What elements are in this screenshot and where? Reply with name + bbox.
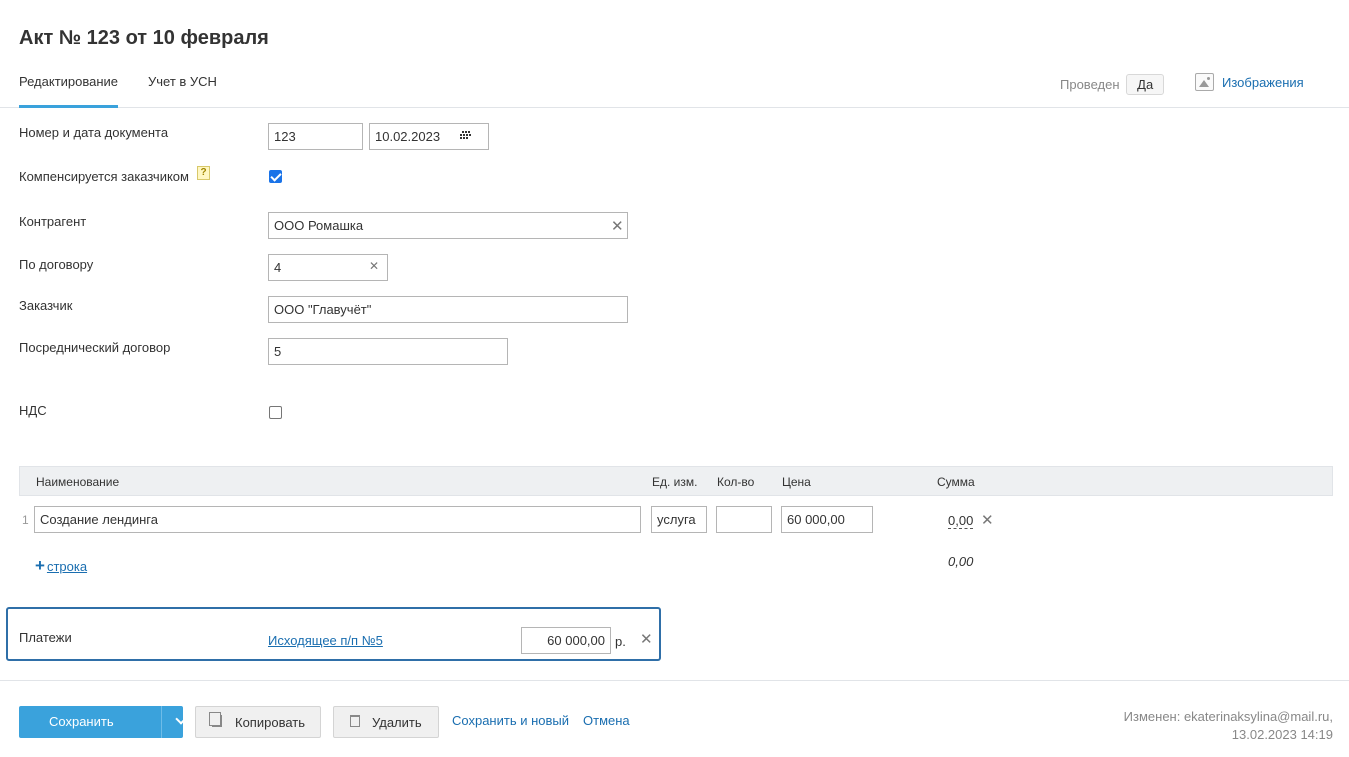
col-qty: Кол-во [717,475,755,489]
contract-label: По договору [19,257,94,272]
posted-toggle[interactable]: Да [1126,74,1165,95]
copy-button[interactable]: Копировать [195,706,321,738]
cancel-link[interactable]: Отмена [583,713,630,728]
posted-label: Проведен [1060,77,1120,92]
doc-number-label: Номер и дата документа [19,125,169,140]
item-name-input[interactable]: Создание лендинга [34,506,641,533]
items-table-header: Наименование Ед. изм. Кол-во Цена Сумма [19,466,1333,496]
compensated-label: Компенсируется заказчиком [19,169,189,184]
add-row-label: строка [46,559,88,574]
trash-icon [350,715,360,727]
tab-editing[interactable]: Редактирование [19,74,119,108]
save-button[interactable]: Сохранить [19,706,187,738]
footer-divider [0,680,1349,681]
payment-doc-link[interactable]: Исходящее п/п №5 [268,633,383,648]
item-price-input[interactable]: 60 000,00 [781,506,873,533]
col-unit: Ед. изм. [652,475,698,489]
counterparty-clear-icon[interactable]: ✕ [611,217,624,235]
page-title: Акт № 123 от 10 февраля [19,27,269,49]
plus-icon: + [35,556,45,575]
remove-payment-icon[interactable]: ✕ [640,630,653,648]
table-total: 0,00 [948,554,974,569]
compensated-checkbox[interactable] [269,170,282,183]
remove-row-icon[interactable]: ✕ [981,511,994,529]
counterparty-input[interactable]: ООО Ромашка [268,212,628,239]
item-sum[interactable]: 0,00 [948,513,974,529]
vat-label: НДС [19,403,47,418]
vat-checkbox[interactable] [269,406,282,419]
save-label: Сохранить [49,714,114,729]
calendar-icon[interactable] [460,131,471,139]
help-icon[interactable]: ? [197,166,210,180]
col-price: Цена [782,475,811,489]
copy-label: Копировать [235,715,305,730]
customer-input[interactable]: ООО "Главучёт" [268,296,628,323]
modified-user: Изменен: ekaterinaksylina@mail.ru, [1123,709,1333,724]
image-icon [1195,73,1214,91]
contract-clear-icon[interactable]: ✕ [369,259,379,273]
chevron-down-icon[interactable] [175,713,187,725]
save-and-new-link[interactable]: Сохранить и новый [452,713,569,728]
delete-button[interactable]: Удалить [333,706,439,738]
col-name: Наименование [36,475,120,489]
doc-number-input[interactable]: 123 [268,123,363,150]
doc-date-input[interactable]: 10.02.2023 [369,123,489,150]
payment-currency: р. [615,634,626,649]
images-link[interactable]: Изображения [1195,73,1304,91]
add-row-button[interactable]: + строка [35,556,87,576]
modified-info: Изменен: ekaterinaksylina@mail.ru, 13.02… [1124,708,1333,744]
counterparty-label: Контрагент [19,214,87,229]
copy-icon [209,712,222,727]
col-sum: Сумма [937,475,975,489]
customer-label: Заказчик [19,298,73,313]
item-qty-input[interactable] [716,506,772,533]
save-split-divider [161,706,162,738]
modified-date: 13.02.2023 14:19 [1231,727,1333,742]
item-unit-input[interactable]: услуга [651,506,707,533]
agency-contract-input[interactable]: 5 [268,338,508,365]
posted-status: Проведен Да [1060,74,1165,95]
delete-label: Удалить [372,715,422,730]
row-number: 1 [22,513,29,527]
agency-contract-label: Посреднический договор [19,340,171,355]
tab-usn-accounting[interactable]: Учет в УСН [148,74,217,89]
images-label: Изображения [1222,74,1304,90]
payments-label: Платежи [19,630,72,645]
payment-amount-input[interactable]: 60 000,00 [521,627,611,654]
